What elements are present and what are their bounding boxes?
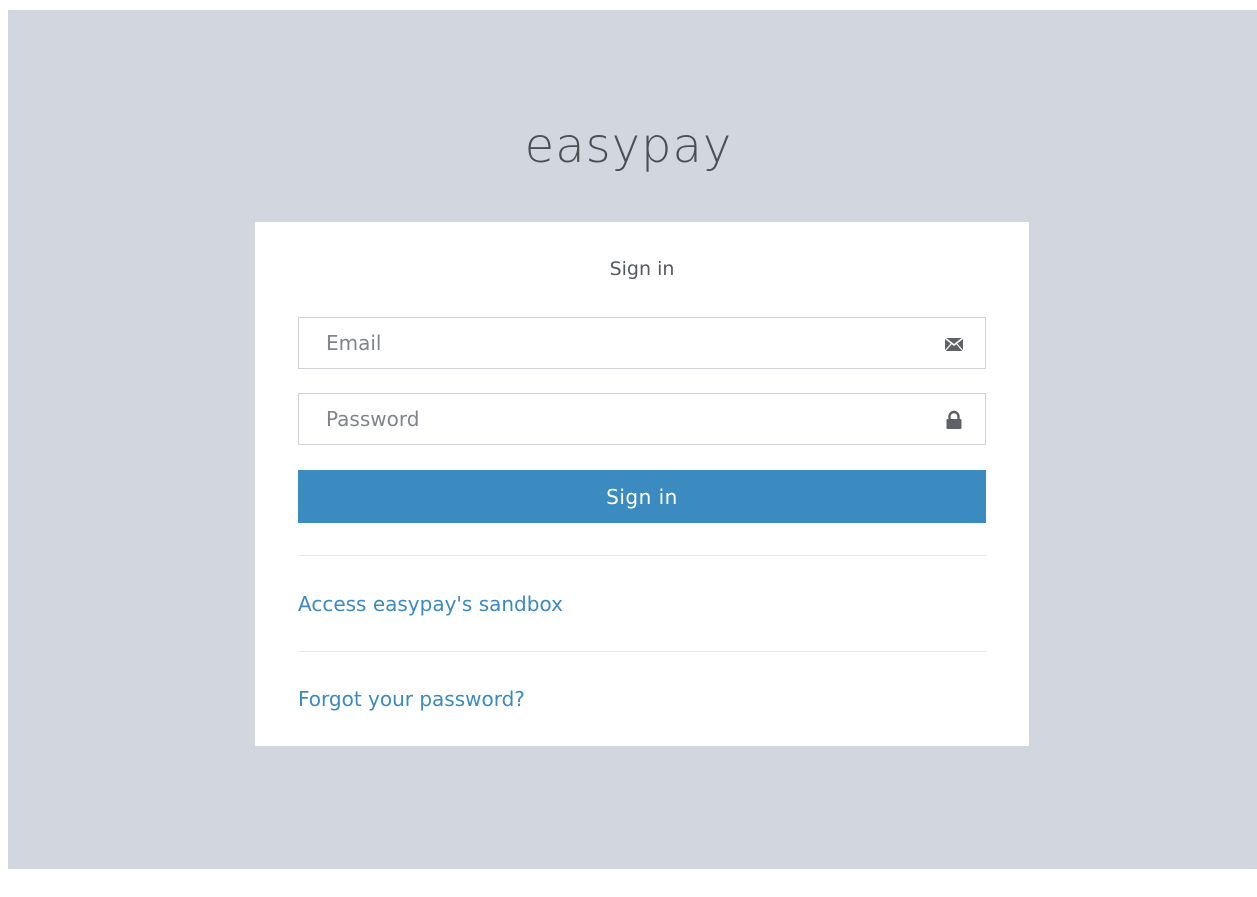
divider <box>298 651 986 652</box>
envelope-icon <box>943 333 965 355</box>
signin-card: Sign in Sign in Access easypay's sandbox… <box>255 222 1029 746</box>
forgot-password-link[interactable]: Forgot your password? <box>298 687 525 711</box>
email-field-wrapper <box>298 317 986 369</box>
brand-logo: easypay <box>524 118 733 174</box>
signin-button[interactable]: Sign in <box>298 470 986 523</box>
password-field[interactable] <box>299 394 985 444</box>
password-field-wrapper <box>298 393 986 445</box>
lock-icon <box>943 409 965 431</box>
signin-title: Sign in <box>609 258 675 280</box>
divider <box>298 555 986 556</box>
email-field[interactable] <box>299 318 985 368</box>
sandbox-link[interactable]: Access easypay's sandbox <box>298 592 563 616</box>
